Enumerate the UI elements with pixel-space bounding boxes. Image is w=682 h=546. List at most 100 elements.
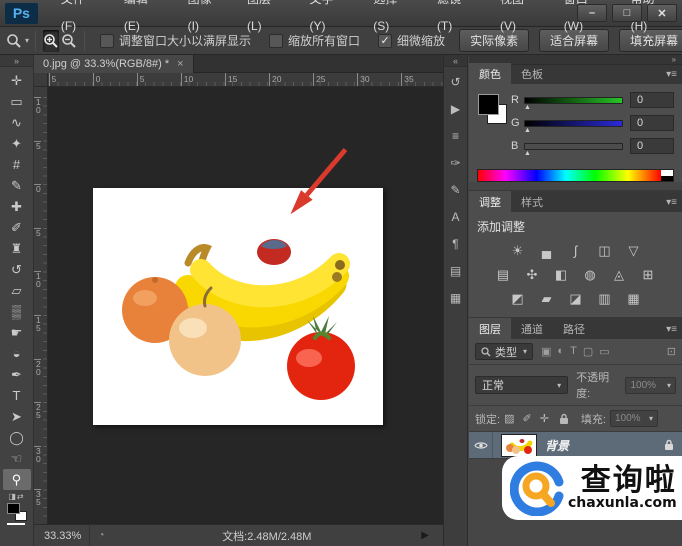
channel-value-field[interactable]: 0 [630,115,674,131]
eyedropper-tool[interactable]: ✎ [3,175,31,196]
swap-colors-icon[interactable]: ◨⇄ [8,492,24,501]
clone-stamp-tool[interactable]: ♜ [3,238,31,259]
foreground-background-swatch[interactable] [6,503,27,525]
panel-menu-icon[interactable]: ▾≡ [666,324,677,335]
horizontal-ruler[interactable]: 50510152025303540 [48,73,443,87]
eye-icon[interactable] [473,441,488,450]
tab-channels[interactable]: 通道 [511,318,553,339]
marquee-tool[interactable]: ▭ [3,91,31,112]
status-menu-arrow-icon[interactable]: ▶ [421,530,429,541]
panel-menu-icon[interactable]: ▾≡ [666,69,677,80]
expand-panels-icon[interactable]: « [444,55,467,67]
lock-all-icon[interactable] [559,413,569,425]
collapse-toolbar-icon[interactable]: » [0,55,33,67]
quick-selection-tool[interactable]: ✦ [3,133,31,154]
vibrance-icon[interactable]: ▽ [625,243,643,259]
invert-icon[interactable]: ◩ [509,291,527,307]
lock-image-pixels-icon[interactable]: ✐ [522,412,531,425]
vertical-ruler[interactable]: 1050510152025303540 [34,87,48,524]
color-spectrum-bar[interactable] [477,169,674,182]
pen-tool[interactable]: ✒ [3,364,31,385]
path-selection-tool[interactable]: ➤ [3,406,31,427]
tab-adjustments[interactable]: 调整 [469,191,511,212]
menu-item[interactable]: 滤镜(T) [424,0,487,40]
tab-styles[interactable]: 样式 [511,191,553,212]
menu-item[interactable]: 视图(V) [487,0,551,40]
tab-swatches[interactable]: 色板 [511,63,553,84]
color-lookup-icon[interactable]: ⊞ [639,267,657,283]
opacity-field[interactable]: 100% ▾ [625,376,676,394]
selective-color-icon[interactable]: ▦ [625,291,643,307]
maximize-button[interactable]: □ [612,4,642,22]
lock-transparent-pixels-icon[interactable]: ▨ [504,412,514,425]
menu-item[interactable]: 图像(I) [175,0,234,40]
eraser-tool[interactable]: ▱ [3,280,31,301]
layer-filter-type-select[interactable]: 类型 ▾ [475,343,534,360]
spectrum-end[interactable] [661,170,673,181]
blend-mode-select[interactable]: 正常 ▾ [475,376,569,394]
curves-icon[interactable]: ∫ [567,243,585,259]
filter-toggle-icon[interactable]: ⊡ [667,345,676,358]
close-button[interactable]: ✕ [647,4,677,22]
type-tool[interactable]: T [3,385,31,406]
zoom-tool[interactable]: ⚲ [2,469,31,490]
black-white-icon[interactable]: ◧ [552,267,570,283]
canvas-image[interactable] [93,188,383,425]
hand-tool[interactable]: ☜ [3,448,31,469]
info-panel-icon[interactable]: ▦ [445,286,466,310]
levels-icon[interactable]: ▄ [538,243,556,259]
spectrum-gradient[interactable] [478,170,661,181]
channel-mixer-icon[interactable]: ◬ [610,267,628,283]
photo-filter-icon[interactable]: ◍ [581,267,599,283]
filter-type-layers-icon[interactable]: T [570,345,577,358]
tab-paths[interactable]: 路径 [553,318,595,339]
slider-track[interactable] [524,142,623,150]
panel-menu-icon[interactable]: ▾≡ [666,197,677,208]
paragraph-panel-icon[interactable]: ¶ [445,232,466,256]
threshold-icon[interactable]: ◪ [567,291,585,307]
layer-visibility-cell[interactable] [469,432,493,458]
move-tool[interactable]: ✛ [3,70,31,91]
tab-close-icon[interactable]: × [177,58,183,70]
ellipse-tool[interactable]: ◯ [3,427,31,448]
chevron-down-icon[interactable]: ▾ [25,36,29,45]
character-panel-icon[interactable]: A [445,205,466,229]
filter-pixel-layers-icon[interactable]: ▣ [541,345,551,358]
slider-track[interactable] [524,119,623,127]
hue-saturation-icon[interactable]: ▤ [494,267,512,283]
brightness-contrast-icon[interactable]: ☀ [509,243,527,259]
history-panel-icon[interactable]: ↺ [445,70,466,94]
ruler-corner[interactable] [34,73,48,87]
menu-item[interactable]: 文字(Y) [296,0,360,40]
filter-shape-layers-icon[interactable]: ▢ [583,345,593,358]
slider-handle-icon[interactable]: ▲ [524,104,531,111]
actions-panel-icon[interactable]: ▶ [445,97,466,121]
zoom-level-field[interactable]: 33.33% [34,525,91,546]
gradient-tool[interactable]: ▒ [3,301,31,322]
channel-value-field[interactable]: 0 [630,138,674,154]
dodge-tool[interactable]: ◒ [3,343,31,364]
tool-presets-panel-icon[interactable]: ✎ [445,178,466,202]
menu-item[interactable]: 图层(L) [234,0,296,40]
document-tab[interactable]: 0.jpg @ 33.3%(RGB/8#) * × [34,55,194,73]
history-brush-tool[interactable]: ↺ [3,259,31,280]
filter-smart-objects-icon[interactable]: ▭ [599,345,609,358]
fill-field[interactable]: 100% ▾ [609,410,658,427]
slider-handle-icon[interactable]: ▲ [524,127,531,134]
filter-adjustment-layers-icon[interactable]: ◐ [557,345,564,358]
crop-tool[interactable]: # [3,154,31,175]
canvas-viewport[interactable] [48,87,443,524]
brush-presets-panel-icon[interactable]: ✑ [445,151,466,175]
gradient-map-icon[interactable]: ▥ [596,291,614,307]
color-swatches[interactable] [477,92,511,144]
menu-item[interactable]: 编辑(E) [111,0,175,40]
layer-thumbnail[interactable] [501,433,537,457]
zoom-tool-icon[interactable] [6,30,22,52]
smudge-tool[interactable]: ☛ [3,322,31,343]
slider-track[interactable] [524,96,623,104]
lasso-tool[interactable]: ∿ [3,112,31,133]
posterize-icon[interactable]: ▰ [538,291,556,307]
styles-panel-icon[interactable]: ≡ [445,124,466,148]
exposure-icon[interactable]: ◫ [596,243,614,259]
layer-name[interactable]: 背景 [545,437,664,454]
